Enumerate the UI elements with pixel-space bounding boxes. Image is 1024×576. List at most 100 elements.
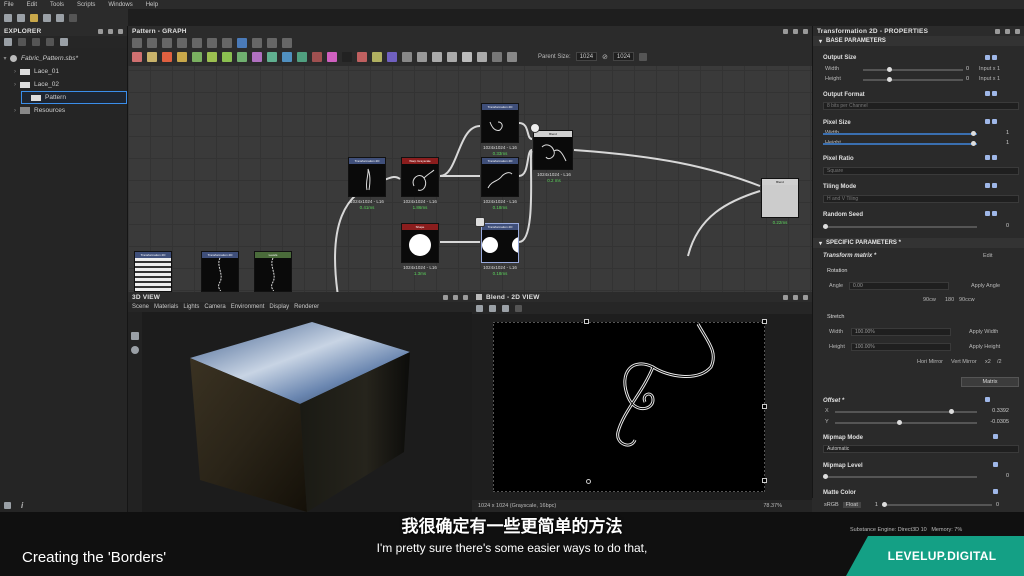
menu-scripts[interactable]: Scripts xyxy=(77,2,95,8)
param-tools-icon[interactable] xyxy=(985,211,1001,217)
node-transformation-2d[interactable]: Transformation 2D xyxy=(481,157,519,197)
camera-icon[interactable] xyxy=(131,332,139,340)
mipmap-level-slider[interactable] xyxy=(823,474,977,479)
menu-display[interactable]: Display xyxy=(269,304,289,310)
matrix-button[interactable]: Matrix xyxy=(961,377,1019,387)
close-icon[interactable] xyxy=(118,28,123,34)
transform-handle[interactable] xyxy=(762,478,767,483)
node-transformation-2d[interactable]: Transformation 2D xyxy=(134,251,172,292)
info-icon[interactable]: i xyxy=(21,501,23,510)
matte-slider[interactable] xyxy=(881,502,992,507)
node-transformation-2d[interactable]: Transformation 2D xyxy=(481,103,519,143)
new-package-icon[interactable] xyxy=(4,13,12,22)
chevron-down-icon[interactable]: ▾ xyxy=(0,55,10,62)
layout-icon[interactable] xyxy=(4,501,11,509)
pixel-height-slider[interactable] xyxy=(823,141,977,146)
node-blend[interactable]: Blend xyxy=(533,130,573,170)
pixel-width-slider[interactable] xyxy=(823,131,977,136)
pin-icon[interactable] xyxy=(995,28,1000,34)
menu-file[interactable]: File xyxy=(4,2,14,8)
float-icon[interactable] xyxy=(453,294,458,300)
tree-item-resources[interactable]: › Resources xyxy=(0,104,127,117)
pin-icon[interactable] xyxy=(98,28,103,34)
node-transformation-2d[interactable]: Transformation 2D xyxy=(201,251,239,292)
transform-handle[interactable] xyxy=(762,319,767,324)
param-tools-icon[interactable] xyxy=(985,55,1001,61)
zoom-level[interactable]: 78.37% xyxy=(763,503,782,509)
menu-renderer[interactable]: Renderer xyxy=(294,304,319,310)
copy-image-icon[interactable] xyxy=(502,304,509,312)
rotate-90ccw-button[interactable]: 90ccw xyxy=(959,297,975,303)
param-tools-icon[interactable] xyxy=(985,397,1001,403)
offset-y-slider[interactable] xyxy=(835,420,977,425)
close-icon[interactable] xyxy=(1015,28,1020,34)
transform-handle[interactable] xyxy=(584,319,589,324)
pixel-ratio-select[interactable]: Square xyxy=(823,167,1019,175)
rotate-180-button[interactable]: 180 xyxy=(945,297,954,303)
rotate-90cw-button[interactable]: 90cw xyxy=(923,297,936,303)
chevron-right-icon[interactable]: › xyxy=(10,69,20,75)
stretch-width-input[interactable]: 100.00% xyxy=(851,328,951,336)
pin-icon[interactable] xyxy=(443,294,448,300)
pixel-height-value[interactable]: 1 xyxy=(993,140,1009,146)
base-parameters-section[interactable]: ▾ BASE PARAMETERS xyxy=(813,36,1024,46)
stretch-height-input[interactable]: 100.00% xyxy=(851,343,951,351)
import-icon[interactable] xyxy=(32,38,40,46)
param-tools-icon[interactable] xyxy=(993,489,1009,495)
apply-width-button[interactable]: Apply Width xyxy=(969,329,998,335)
pin-icon[interactable] xyxy=(783,294,788,300)
pixel-width-value[interactable]: 1 xyxy=(993,130,1009,136)
matte-value[interactable]: 1 xyxy=(875,502,878,508)
float-icon[interactable] xyxy=(108,28,113,34)
save-package-icon[interactable] xyxy=(4,38,12,46)
tree-item-package[interactable]: ▾ Fabric_Pattern.sbs* xyxy=(0,52,127,65)
output-format-select[interactable]: 8 bits per Channel xyxy=(823,102,1019,110)
menu-environment[interactable]: Environment xyxy=(231,304,265,310)
2d-canvas[interactable] xyxy=(492,321,766,493)
menu-camera[interactable]: Camera xyxy=(204,304,225,310)
menu-tools[interactable]: Tools xyxy=(50,2,64,8)
save-image-icon[interactable] xyxy=(489,304,496,312)
node-shape[interactable]: Shape xyxy=(401,223,439,263)
param-tools-icon[interactable] xyxy=(985,155,1001,161)
transform-handle[interactable] xyxy=(762,404,767,409)
undo-icon[interactable] xyxy=(56,13,64,22)
node-levels[interactable]: Levels xyxy=(254,251,292,292)
height-value[interactable]: 0 xyxy=(953,76,969,82)
srgb-toggle[interactable]: sRGB xyxy=(824,502,839,508)
apply-angle-button[interactable]: Apply Angle xyxy=(971,283,1000,289)
chevron-right-icon[interactable]: › xyxy=(10,108,20,114)
menu-scene[interactable]: Scene xyxy=(132,304,149,310)
width-slider[interactable] xyxy=(863,67,963,72)
height-relative[interactable]: Input x 1 xyxy=(979,76,1000,82)
height-slider[interactable] xyxy=(863,77,963,82)
node-transformation-2d-selected[interactable]: Transformation 2D xyxy=(481,223,528,263)
width-relative[interactable]: Input x 1 xyxy=(979,66,1000,72)
graph-view[interactable]: Pattern - GRAPH Parent Size: 1024 ⊘ 1024… xyxy=(128,26,812,292)
save-icon[interactable] xyxy=(43,13,51,22)
menu-materials[interactable]: Materials xyxy=(154,304,178,310)
offset-x-value[interactable]: 0.3392 xyxy=(981,408,1009,414)
random-seed-slider[interactable] xyxy=(823,224,977,229)
publish-icon[interactable] xyxy=(46,38,54,46)
menu-help[interactable]: Help xyxy=(146,2,158,8)
float-icon[interactable] xyxy=(793,294,798,300)
apply-height-button[interactable]: Apply Height xyxy=(969,344,1000,350)
angle-input[interactable]: 0.00 xyxy=(849,282,949,290)
edit-button[interactable]: Edit xyxy=(983,253,992,259)
light-icon[interactable] xyxy=(131,346,139,354)
float-toggle[interactable]: Float xyxy=(842,502,861,508)
specific-parameters-section[interactable]: ▾ SPECIFIC PARAMETERS * xyxy=(813,238,1024,248)
param-tools-icon[interactable] xyxy=(993,462,1009,468)
fit-view-icon[interactable] xyxy=(476,304,483,312)
tiling-mode-select[interactable]: H and V Tiling xyxy=(823,195,1019,203)
channel-icon[interactable] xyxy=(515,304,522,312)
tree-item-lace02[interactable]: › Lace_02 xyxy=(0,78,127,91)
param-tools-icon[interactable] xyxy=(985,91,1001,97)
param-tools-icon[interactable] xyxy=(985,119,1001,125)
vert-mirror-button[interactable]: Vert Mirror xyxy=(951,359,977,365)
menu-windows[interactable]: Windows xyxy=(108,2,132,8)
offset-y-value[interactable]: -0.0305 xyxy=(981,419,1009,425)
param-tools-icon[interactable] xyxy=(985,183,1001,189)
output-preview-icon[interactable] xyxy=(530,123,540,133)
